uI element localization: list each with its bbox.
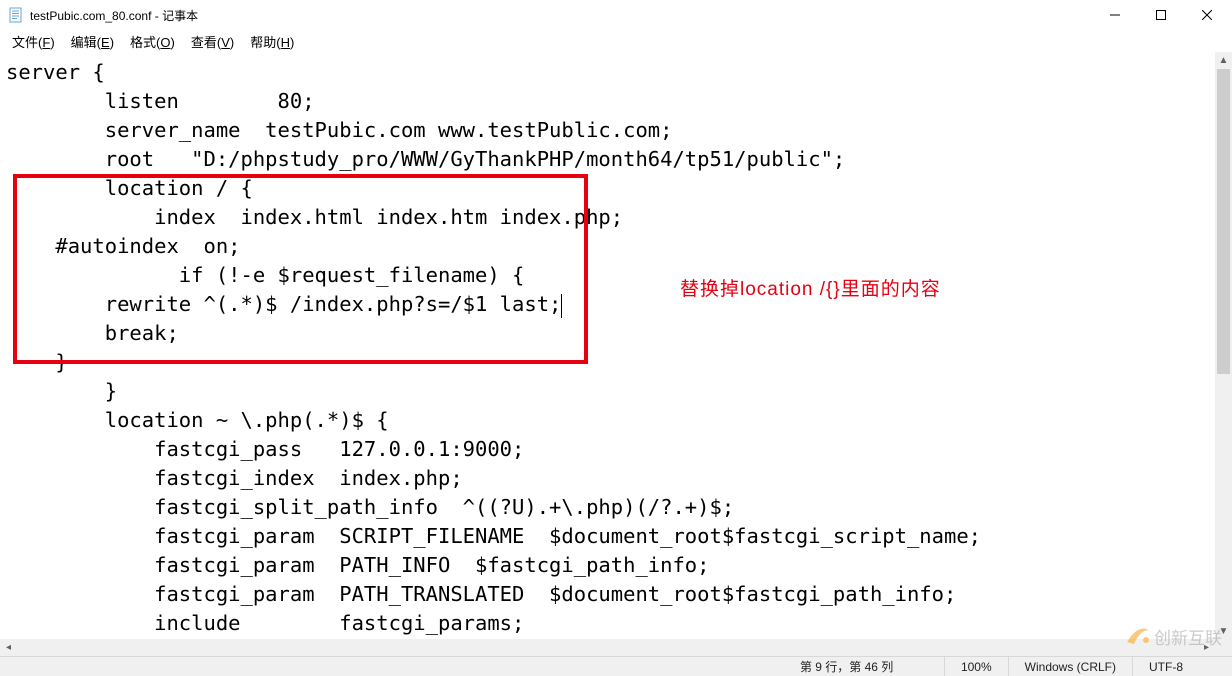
editor-line: root "D:/phpstudy_pro/WWW/GyThankPHP/mon… xyxy=(6,145,1216,174)
close-button[interactable] xyxy=(1184,0,1230,30)
notepad-icon xyxy=(8,7,24,23)
editor-line: } xyxy=(6,348,1216,377)
editor-line: include fastcgi_params; xyxy=(6,609,1216,638)
annotation-text: 替换掉location /{}里面的内容 xyxy=(680,274,941,301)
status-line-ending: Windows (CRLF) xyxy=(1008,657,1132,676)
vertical-scrollbar[interactable]: ▲ ▼ xyxy=(1215,52,1232,640)
editor-line: fastcgi_index index.php; xyxy=(6,464,1216,493)
status-zoom: 100% xyxy=(944,657,1008,676)
editor-line: location / { xyxy=(6,174,1216,203)
editor-line: fastcgi_param PATH_INFO $fastcgi_path_in… xyxy=(6,551,1216,580)
editor-line: server { xyxy=(6,58,1216,87)
window-controls xyxy=(1092,0,1230,30)
scroll-up-arrow-icon[interactable]: ▲ xyxy=(1215,52,1232,69)
menu-edit[interactable]: 编辑(E) xyxy=(63,31,122,52)
text-cursor xyxy=(561,294,562,318)
status-cursor-position: 第 9 行，第 46 列 xyxy=(784,657,944,676)
vertical-scroll-thumb[interactable] xyxy=(1217,69,1230,374)
menu-view[interactable]: 查看(V) xyxy=(183,31,242,52)
menu-help[interactable]: 帮助(H) xyxy=(242,31,302,52)
editor-line: listen 80; xyxy=(6,87,1216,116)
horizontal-scroll-track[interactable] xyxy=(17,639,1198,656)
menu-file[interactable]: 文件(F) xyxy=(4,31,63,52)
editor-line: fastcgi_param SCRIPT_FILENAME $document_… xyxy=(6,522,1216,551)
menu-bar: 文件(F) 编辑(E) 格式(O) 查看(V) 帮助(H) xyxy=(0,30,1232,52)
editor-line: fastcgi_param PATH_TRANSLATED $document_… xyxy=(6,580,1216,609)
status-bar: 第 9 行，第 46 列 100% Windows (CRLF) UTF-8 xyxy=(0,656,1232,676)
scroll-left-arrow-icon[interactable]: ◂ xyxy=(0,639,17,656)
editor-line: server_name testPubic.com www.testPublic… xyxy=(6,116,1216,145)
editor-line: fastcgi_split_path_info ^((?U).+\.php)(/… xyxy=(6,493,1216,522)
scroll-right-arrow-icon[interactable]: ▸ xyxy=(1198,639,1215,656)
editor-line: #autoindex on; xyxy=(6,232,1216,261)
editor-line: location ~ \.php(.*)$ { xyxy=(6,406,1216,435)
editor-line: if (!-e $request_filename) { xyxy=(6,261,1216,290)
editor-line: fastcgi_pass 127.0.0.1:9000; xyxy=(6,435,1216,464)
editor-line: } xyxy=(6,377,1216,406)
scroll-down-arrow-icon[interactable]: ▼ xyxy=(1215,623,1232,640)
window-title: testPubic.com_80.conf - 记事本 xyxy=(30,7,1092,24)
scrollbar-corner xyxy=(1215,639,1232,656)
maximize-button[interactable] xyxy=(1138,0,1184,30)
status-encoding: UTF-8 xyxy=(1132,657,1232,676)
horizontal-scrollbar[interactable]: ◂ ▸ xyxy=(0,639,1215,656)
editor-line: break; xyxy=(6,319,1216,348)
title-bar: testPubic.com_80.conf - 记事本 xyxy=(0,0,1232,30)
vertical-scroll-track[interactable] xyxy=(1215,69,1232,623)
minimize-button[interactable] xyxy=(1092,0,1138,30)
text-editor-area[interactable]: server { listen 80; server_name testPubi… xyxy=(0,52,1232,640)
editor-line: rewrite ^(.*)$ /index.php?s=/$1 last; xyxy=(6,290,1216,319)
menu-format[interactable]: 格式(O) xyxy=(122,31,183,52)
editor-line: index index.html index.htm index.php; xyxy=(6,203,1216,232)
